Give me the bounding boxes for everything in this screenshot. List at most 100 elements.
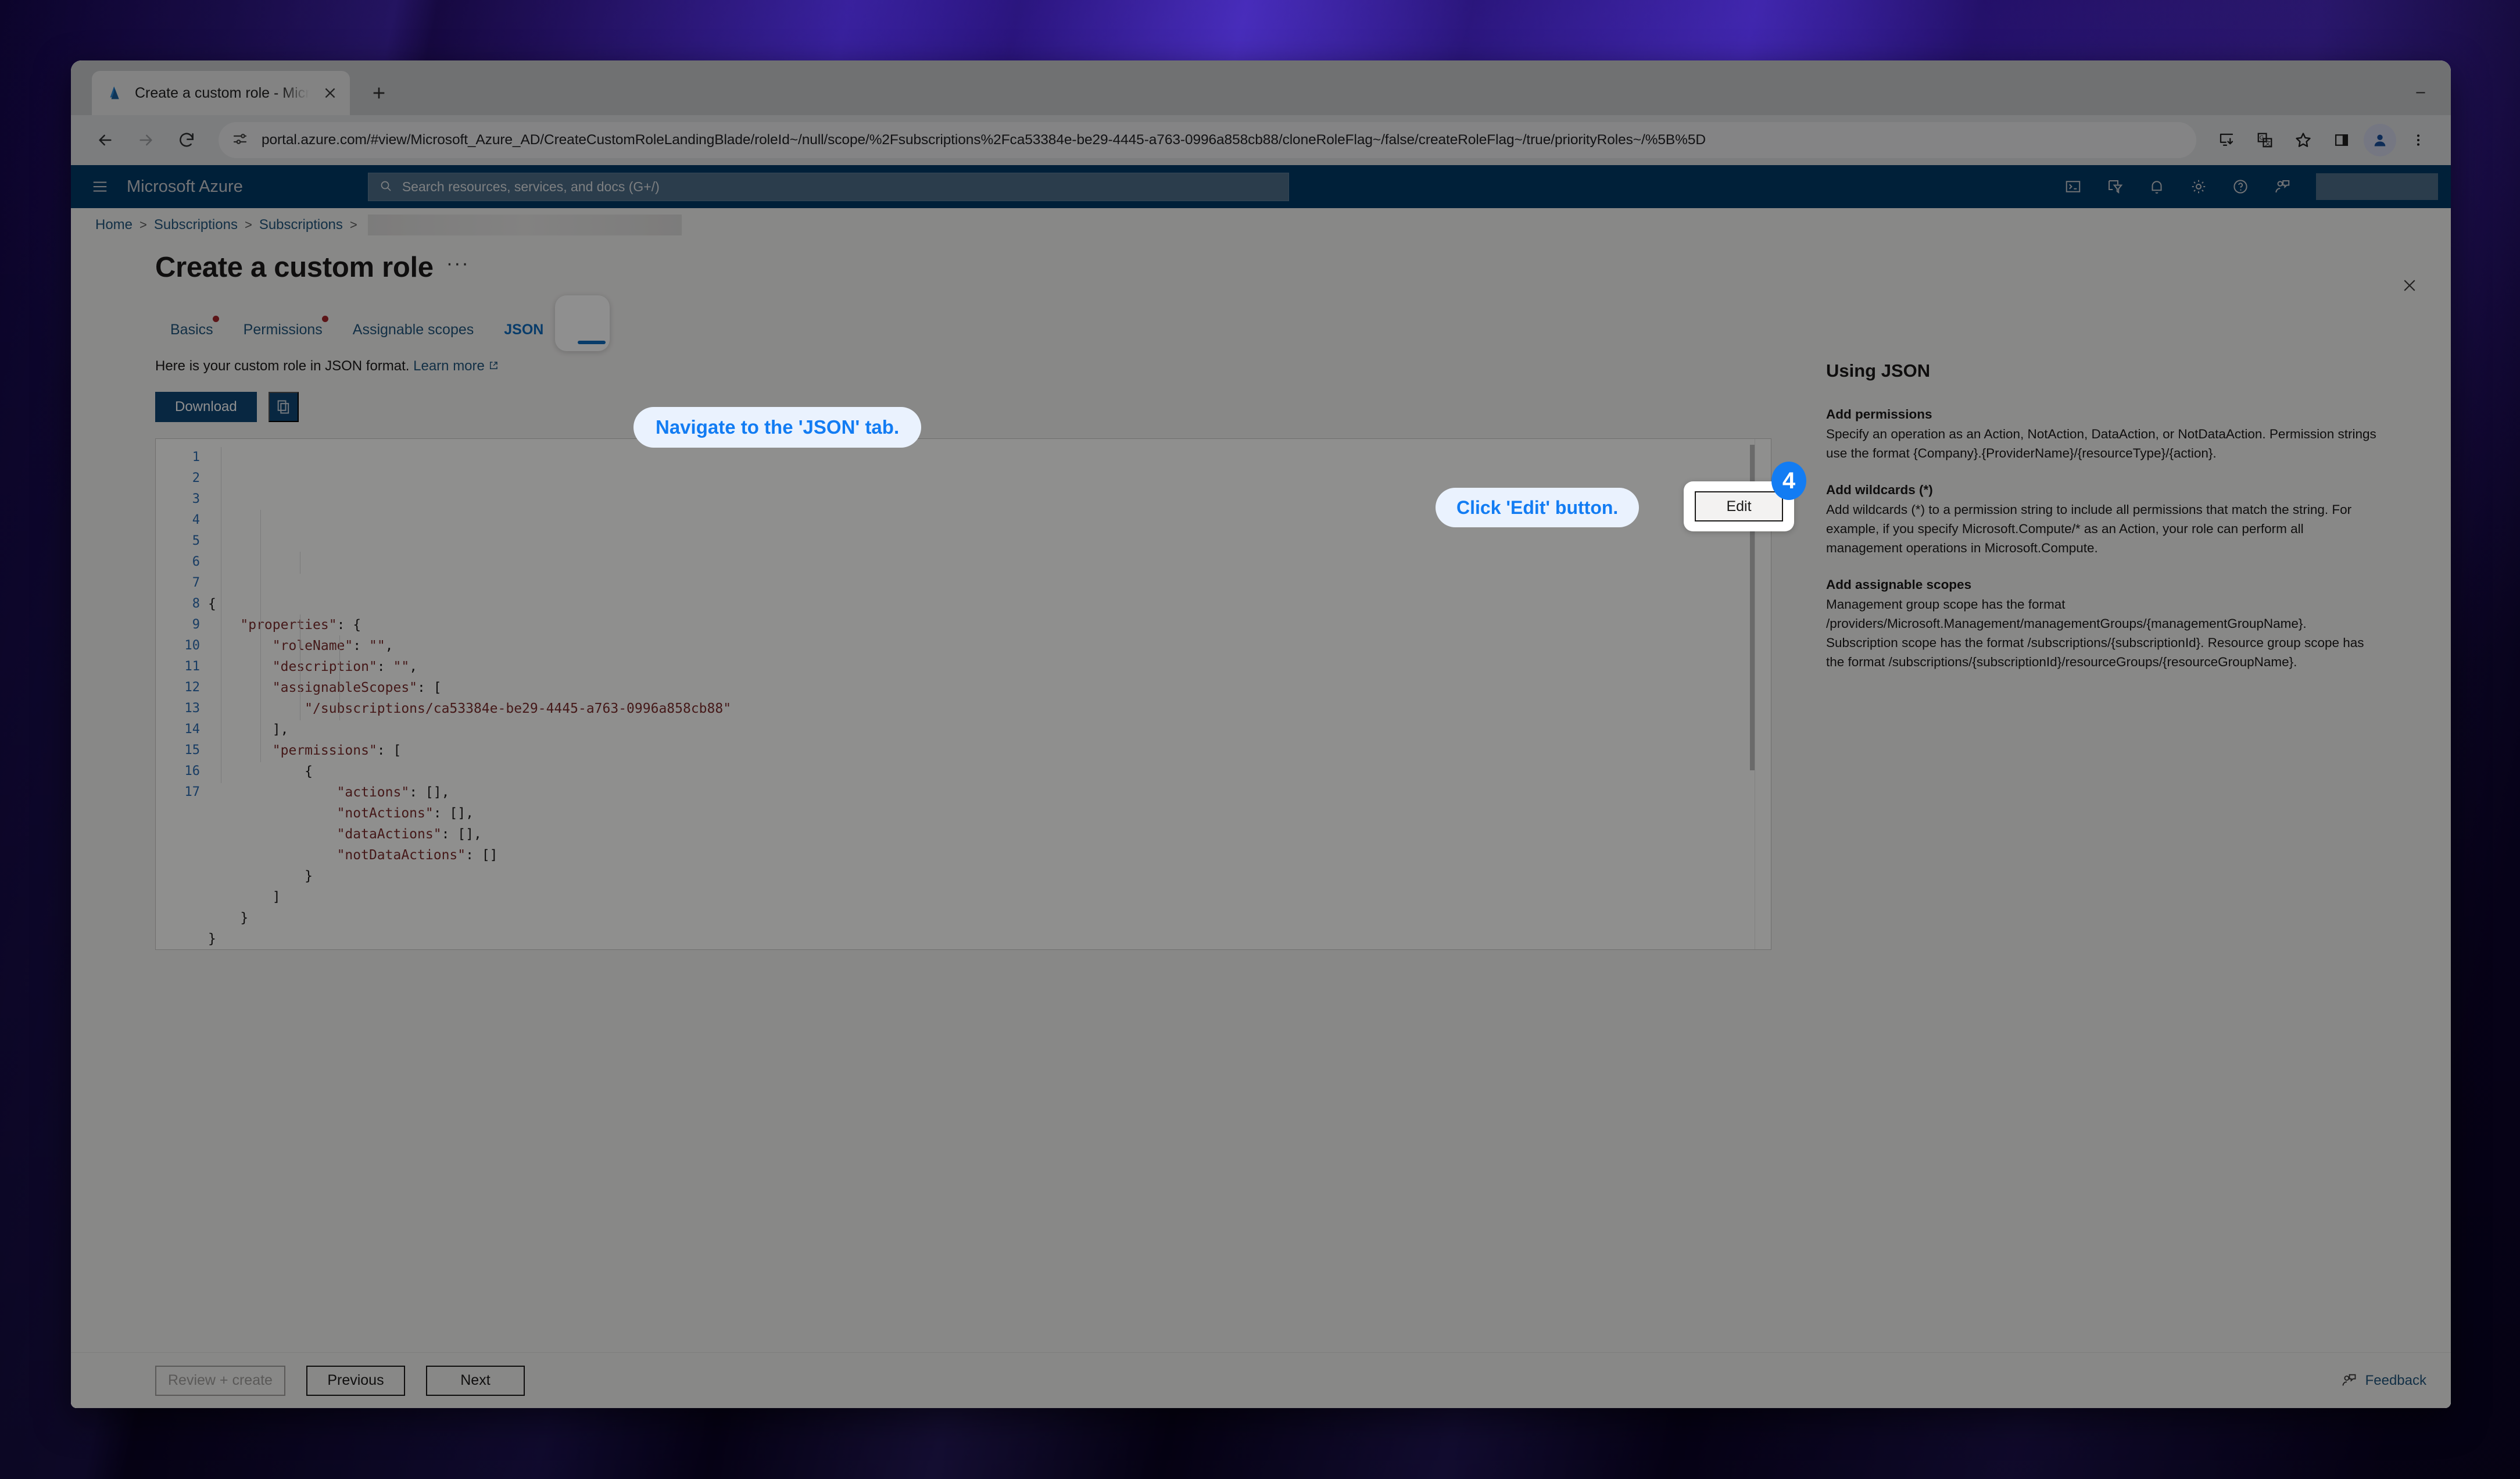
editor-line-numbers: 1 2 3 4 5 6 7 8 9 10 11 12 13 14 15 16 17 xyxy=(156,439,208,949)
browser-tab-strip: Create a custom role - Micros xyxy=(71,60,2451,115)
editor-line: } xyxy=(208,869,313,884)
editor-line: } xyxy=(208,931,216,946)
download-button[interactable]: Download xyxy=(155,392,257,422)
edit-button[interactable]: Edit xyxy=(1695,491,1783,521)
editor-line-number: 9 xyxy=(192,617,200,632)
previous-button[interactable]: Previous xyxy=(306,1365,405,1396)
azure-brand-label[interactable]: Microsoft Azure xyxy=(127,177,243,197)
browser-tab[interactable]: Create a custom role - Micros xyxy=(92,71,350,115)
info-section-heading: Add permissions xyxy=(1826,407,1932,421)
breadcrumb-loading-skeleton xyxy=(367,215,682,235)
chrome-menu-icon[interactable] xyxy=(2402,124,2435,156)
breadcrumb-separator: > xyxy=(244,217,252,232)
tab-bar: Basics Permissions Assignable scopes JSO… xyxy=(71,295,2451,351)
editor-line: "dataActions": [], xyxy=(337,827,482,842)
site-settings-icon[interactable] xyxy=(231,130,251,150)
editor-line: "assignableScopes": [ xyxy=(272,680,442,695)
window-controls xyxy=(2402,76,2439,103)
tab-permissions-label: Permissions xyxy=(243,321,323,338)
info-section-add-assignable-scopes: Add assignable scopes Management group s… xyxy=(1826,577,2381,671)
required-indicator-icon xyxy=(212,316,219,322)
breadcrumb-item-home[interactable]: Home xyxy=(95,217,133,233)
reload-icon[interactable] xyxy=(169,122,205,158)
azure-header-icons xyxy=(2059,173,2296,201)
translate-icon[interactable]: G文 xyxy=(2249,124,2281,156)
browser-toolbar-icons: G文 xyxy=(2210,124,2435,156)
next-button[interactable]: Next xyxy=(425,1365,525,1396)
editor-line-number: 12 xyxy=(184,680,201,695)
tab-json[interactable]: JSON xyxy=(489,321,559,348)
close-icon[interactable] xyxy=(320,83,341,103)
feedback-person-icon xyxy=(2341,1372,2358,1389)
directories-filter-icon[interactable] xyxy=(2101,173,2129,201)
install-app-icon[interactable] xyxy=(2210,124,2243,156)
json-help-text: Here is your custom role in JSON format.… xyxy=(155,358,1771,374)
side-panel-icon[interactable] xyxy=(2325,124,2358,156)
editor-line-number: 8 xyxy=(192,596,200,611)
settings-gear-icon[interactable] xyxy=(2185,173,2213,201)
info-section-heading: Add wildcards (*) xyxy=(1826,483,1933,497)
tab-json-label: JSON xyxy=(504,321,544,338)
step-number-badge: 4 xyxy=(1771,462,1806,500)
close-blade-icon[interactable] xyxy=(2395,271,2424,300)
global-search-placeholder: Search resources, services, and docs (G+… xyxy=(402,178,660,194)
external-link-icon xyxy=(488,359,499,369)
info-section-add-wildcards: Add wildcards (*) Add wildcards (*) to a… xyxy=(1826,483,2381,558)
feedback-person-icon[interactable] xyxy=(2268,173,2296,201)
editor-line-number: 11 xyxy=(184,659,201,674)
blade-content: Here is your custom role in JSON format.… xyxy=(71,348,2451,1352)
editor-line: { xyxy=(208,764,313,779)
address-bar-url: portal.azure.com/#view/Microsoft_Azure_A… xyxy=(262,132,1706,148)
editor-line: } xyxy=(208,910,249,926)
blade-footer: Review + create Previous Next Feedback xyxy=(71,1352,2451,1408)
minimize-icon[interactable] xyxy=(2402,76,2439,103)
editor-line: "actions": [], xyxy=(337,785,450,800)
address-bar[interactable]: portal.azure.com/#view/Microsoft_Azure_A… xyxy=(219,122,2196,158)
account-info-skeleton[interactable] xyxy=(2316,173,2438,200)
review-create-button: Review + create xyxy=(155,1365,285,1396)
json-help-sentence: Here is your custom role in JSON format. xyxy=(155,358,410,374)
profile-avatar-icon[interactable] xyxy=(2364,124,2396,156)
editor-line: "properties": { xyxy=(240,617,361,633)
tab-permissions[interactable]: Permissions xyxy=(228,316,338,348)
editor-line-number: 2 xyxy=(192,471,200,485)
selected-tab-underline xyxy=(578,341,606,344)
info-section-add-permissions: Add permissions Specify an operation as … xyxy=(1826,407,2381,463)
tab-assignable-scopes[interactable]: Assignable scopes xyxy=(338,321,489,348)
cloud-shell-icon[interactable] xyxy=(2059,173,2087,201)
copy-icon[interactable] xyxy=(268,392,299,422)
azure-portal: Microsoft Azure Search resources, servic… xyxy=(71,165,2451,1408)
learn-more-link[interactable]: Learn more xyxy=(413,358,485,374)
help-question-icon[interactable] xyxy=(2227,173,2254,201)
svg-text:文: 文 xyxy=(2265,140,2271,147)
editor-line: "/subscriptions/ca53384e-be29-4445-a763-… xyxy=(305,701,732,716)
editor-line-number: 14 xyxy=(184,722,201,737)
hamburger-menu-icon[interactable] xyxy=(84,170,116,203)
editor-line: "notActions": [], xyxy=(337,806,474,821)
back-arrow-icon[interactable] xyxy=(87,122,123,158)
breadcrumb-item-subscriptions-2[interactable]: Subscriptions xyxy=(259,217,343,233)
editor-line-number: 10 xyxy=(184,638,201,653)
tab-basics-label: Basics xyxy=(170,321,213,338)
callout-navigate-json: Navigate to the 'JSON' tab. xyxy=(633,407,922,448)
editor-line-number: 5 xyxy=(192,534,200,548)
info-pane-title: Using JSON xyxy=(1826,360,1931,381)
info-section-body: Management group scope has the format /p… xyxy=(1826,597,2364,669)
notifications-bell-icon[interactable] xyxy=(2143,173,2171,201)
azure-logo-icon xyxy=(107,84,124,102)
editor-line: ] xyxy=(208,889,281,905)
feedback-link[interactable]: Feedback xyxy=(2341,1372,2426,1389)
editor-line-number: 4 xyxy=(192,513,200,527)
more-menu-button[interactable]: ··· xyxy=(446,252,470,283)
new-tab-button[interactable] xyxy=(363,77,395,109)
info-section-heading: Add assignable scopes xyxy=(1826,577,1972,592)
editor-line: "roleName": "", xyxy=(272,638,393,653)
required-indicator-icon xyxy=(321,316,328,322)
page-title-row: Create a custom role ··· xyxy=(71,242,2451,284)
editor-line-number: 3 xyxy=(192,492,200,506)
bookmark-star-icon[interactable] xyxy=(2287,124,2319,156)
global-search-input[interactable]: Search resources, services, and docs (G+… xyxy=(367,172,1289,201)
tab-basics[interactable]: Basics xyxy=(155,316,228,348)
breadcrumb-item-subscriptions[interactable]: Subscriptions xyxy=(154,217,238,233)
editor-line-number: 16 xyxy=(184,764,201,778)
